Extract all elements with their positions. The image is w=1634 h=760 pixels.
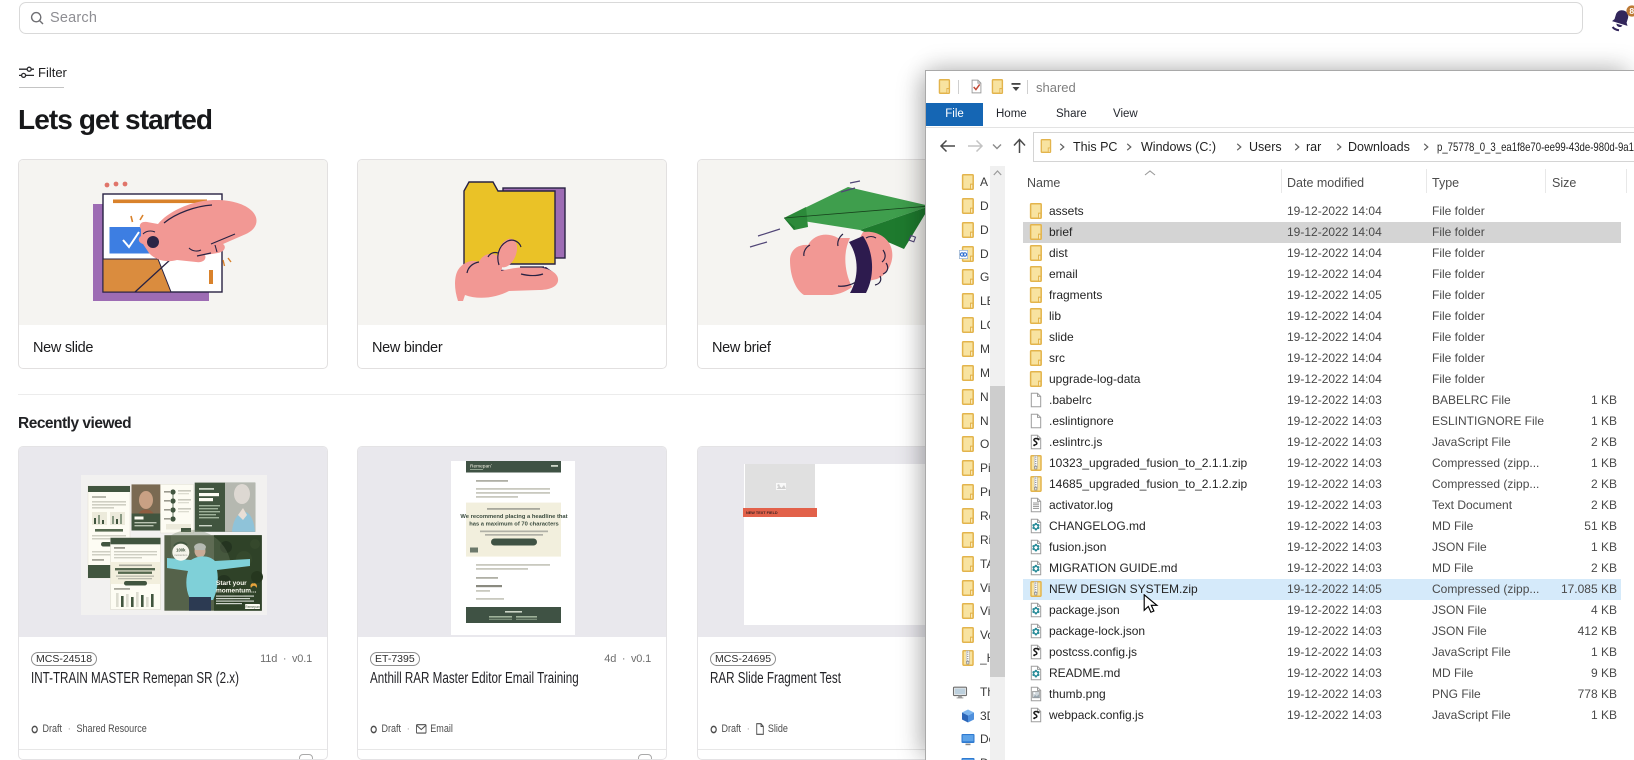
svg-text:Remepan: Remepan [245, 605, 260, 609]
svg-text:8: 8 [1629, 6, 1634, 16]
svg-text:Remepan´: Remepan´ [470, 464, 493, 470]
svg-text:We recommend placing a headlin: We recommend placing a headline that [460, 514, 567, 520]
svg-text:Start your: Start your [216, 580, 247, 587]
svg-text:momentum...: momentum... [216, 588, 257, 595]
svg-text:100k: 100k [176, 548, 186, 553]
svg-text:has a maximum of 70 characters: has a maximum of 70 characters [469, 522, 559, 528]
svg-text:momentum: momentum [174, 553, 187, 557]
svg-text:NEW TEXT FIELD: NEW TEXT FIELD [746, 511, 778, 515]
